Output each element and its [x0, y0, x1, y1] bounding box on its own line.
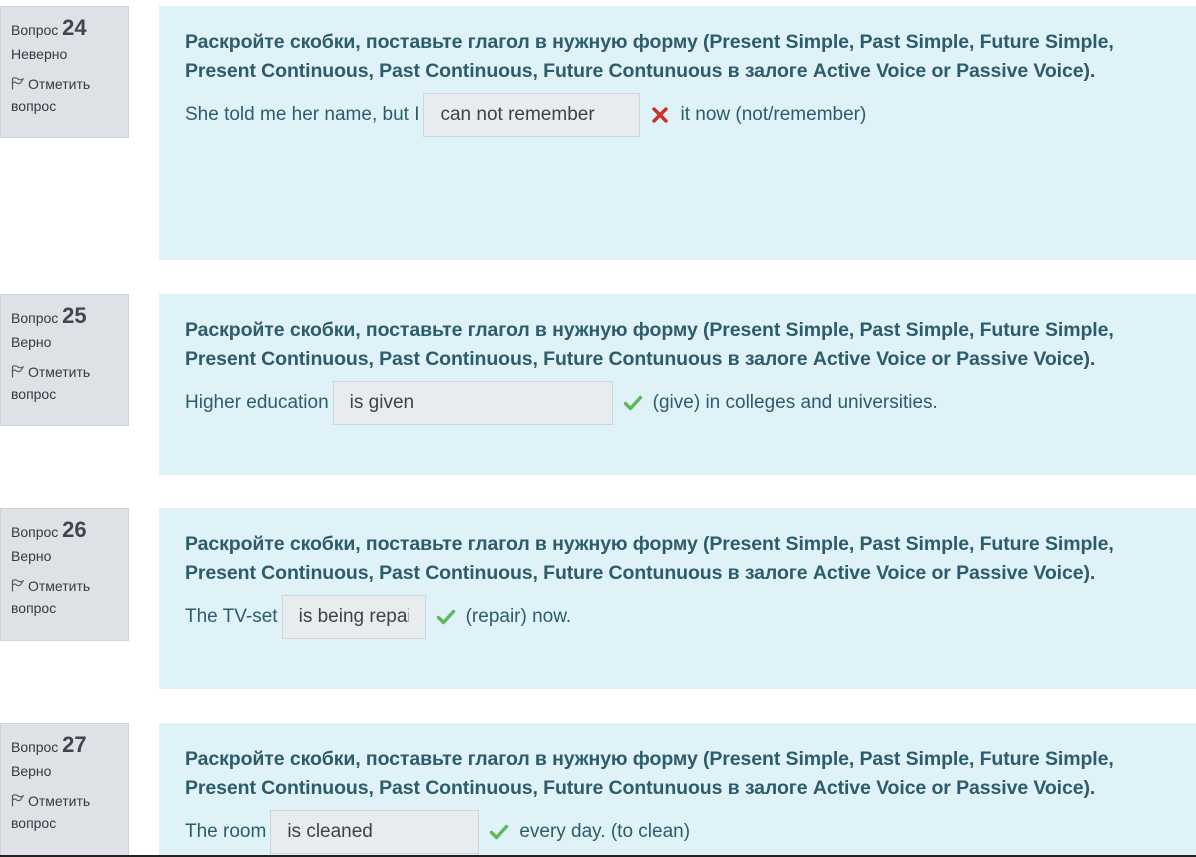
sentence-after: it now (not/remember) — [680, 104, 867, 125]
sentence-before: The TV-set — [185, 606, 278, 627]
check-icon — [436, 607, 456, 627]
question-info: Вопрос 25 Верно Отметить вопрос — [0, 294, 129, 426]
sentence-before: She told me her name, but I — [185, 104, 420, 125]
question-text: Раскройте скобки, поставьте глагол в нуж… — [185, 748, 1114, 799]
answer-input[interactable] — [332, 381, 613, 425]
flag-question-link[interactable]: Отметить вопрос — [11, 73, 128, 117]
question-state: Верно — [11, 334, 52, 350]
question-number-value: 27 — [62, 732, 87, 757]
cross-icon — [650, 105, 670, 125]
question-info: Вопрос 27 Верно Отметить вопрос — [0, 723, 129, 857]
question-label: Вопрос — [11, 739, 59, 755]
question-label: Вопрос — [11, 310, 59, 326]
question-content: Раскройте скобки, поставьте глагол в нуж… — [159, 6, 1196, 260]
question-number: Вопрос 24 — [11, 13, 128, 43]
flag-question-link[interactable]: Отметить вопрос — [11, 575, 128, 619]
question-state: Верно — [11, 763, 52, 779]
question-number-value: 24 — [62, 15, 87, 40]
question-info: Вопрос 26 Верно Отметить вопрос — [0, 508, 129, 641]
question-label: Вопрос — [11, 22, 59, 38]
question-number: Вопрос 27 — [11, 730, 128, 760]
question-info: Вопрос 24 Неверно Отметить вопрос — [0, 6, 129, 138]
answer-line: Higher education (give) in colleges and … — [185, 380, 1170, 426]
question-content: Раскройте скобки, поставьте глагол в нуж… — [159, 508, 1196, 689]
question-text: Раскройте скобки, поставьте глагол в нуж… — [185, 533, 1114, 584]
check-icon — [623, 393, 643, 413]
question-number: Вопрос 25 — [11, 301, 128, 331]
flag-icon — [11, 794, 24, 807]
question-text: Раскройте скобки, поставьте глагол в нуж… — [185, 319, 1114, 370]
question-state: Верно — [11, 548, 52, 564]
flag-question-link[interactable]: Отметить вопрос — [11, 361, 128, 405]
answer-input[interactable] — [281, 595, 426, 639]
flag-icon — [11, 579, 24, 592]
answer-line: The room every day. (to clean) — [185, 809, 1170, 855]
question-state: Неверно — [11, 46, 68, 62]
sentence-before: The room — [185, 821, 267, 842]
sentence-after: (repair) now. — [465, 606, 572, 627]
flag-icon — [11, 365, 24, 378]
question-text: Раскройте скобки, поставьте глагол в нуж… — [185, 31, 1114, 82]
check-icon — [489, 822, 509, 842]
sentence-before: Higher education — [185, 392, 329, 413]
answer-input[interactable] — [270, 810, 480, 854]
question-content: Раскройте скобки, поставьте глагол в нуж… — [159, 723, 1196, 857]
question-label: Вопрос — [11, 524, 59, 540]
sentence-after: (give) in colleges and universities. — [652, 392, 938, 413]
question-number-value: 25 — [62, 303, 87, 328]
answer-line: The TV-set (repair) now. — [185, 594, 1170, 640]
question-number: Вопрос 26 — [11, 515, 128, 545]
question-number-value: 26 — [62, 517, 87, 542]
answer-input[interactable] — [423, 93, 641, 137]
question-content: Раскройте скобки, поставьте глагол в нуж… — [159, 294, 1196, 475]
flag-question-link[interactable]: Отметить вопрос — [11, 790, 128, 834]
sentence-after: every day. (to clean) — [519, 821, 691, 842]
answer-line: She told me her name, but I it now (not/… — [185, 92, 1170, 138]
flag-icon — [11, 77, 24, 90]
